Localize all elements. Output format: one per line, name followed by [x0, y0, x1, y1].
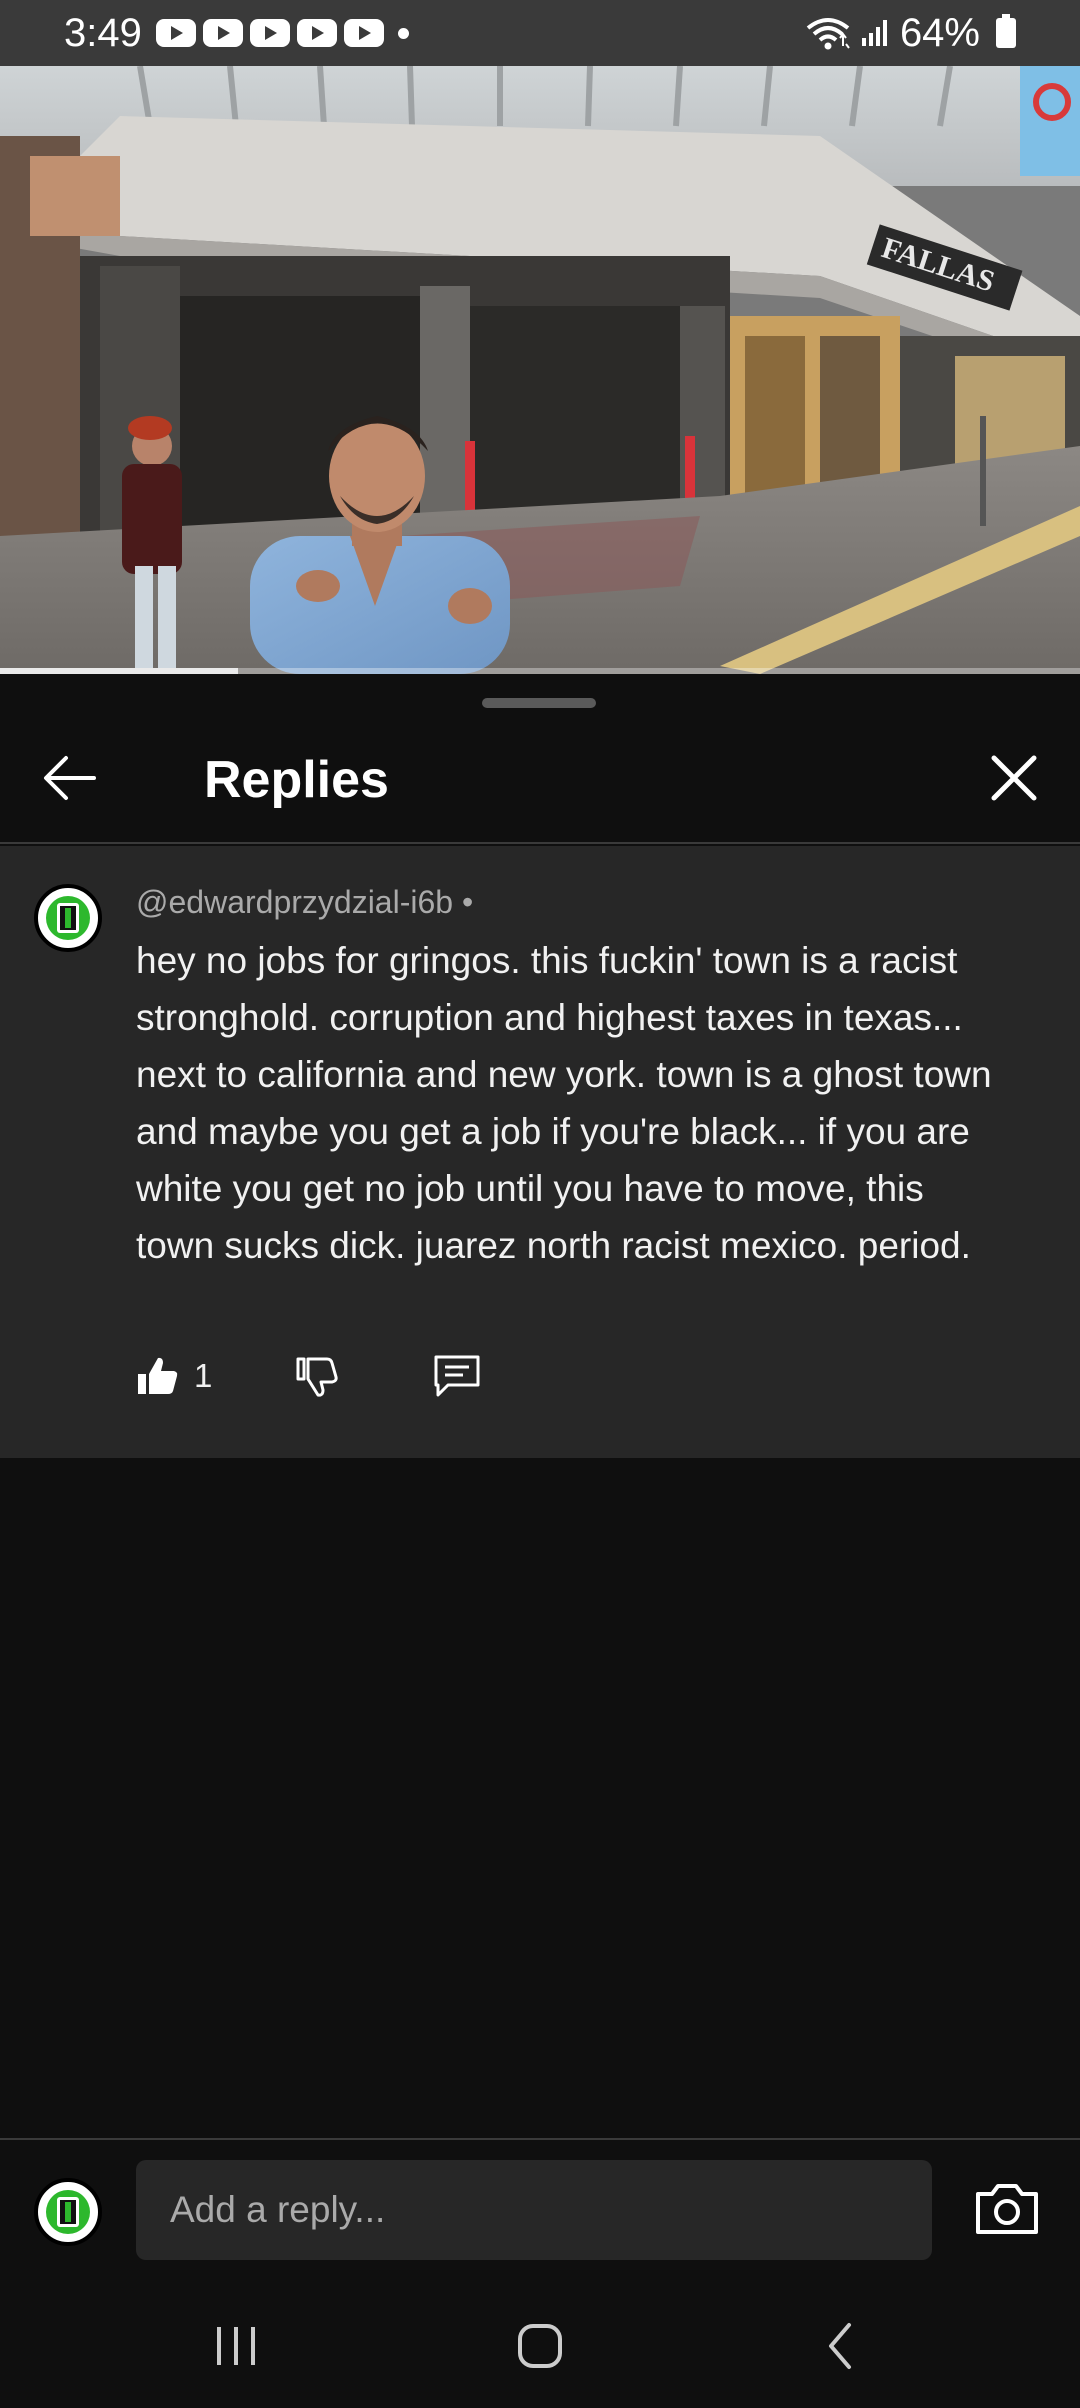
- youtube-icon: [343, 19, 384, 47]
- arrow-left-icon: [44, 756, 96, 800]
- youtube-icon: [155, 19, 196, 47]
- like-count: 1: [194, 1357, 213, 1394]
- recents-icon: [217, 2327, 255, 2365]
- wifi-icon: [806, 18, 850, 50]
- back-nav-button[interactable]: [802, 2306, 882, 2386]
- battery-icon: [996, 14, 1016, 48]
- status-bar: 3:49 64%: [0, 0, 1080, 66]
- battery-percent: 64%: [899, 10, 980, 55]
- camera-button[interactable]: [972, 2174, 1042, 2244]
- close-icon: [991, 755, 1037, 801]
- youtube-icon: [249, 19, 290, 47]
- home-icon: [518, 2324, 562, 2368]
- back-button[interactable]: [36, 744, 104, 812]
- comment-icon: [434, 1355, 480, 1397]
- video-player[interactable]: FALLAS: [0, 66, 1080, 674]
- status-right: 64%: [806, 11, 1016, 56]
- avatar-logo-icon: [40, 2184, 96, 2240]
- replies-panel: Replies @edwardprzydzial-i6b • hey no jo…: [0, 674, 1080, 2408]
- youtube-icon: [296, 19, 337, 47]
- thumbs-down-icon: [296, 1357, 339, 1397]
- reply-input[interactable]: [136, 2160, 932, 2260]
- panel-header: Replies: [0, 714, 1080, 844]
- notification-icons: [155, 19, 384, 47]
- more-notifications-dot-icon: [397, 27, 409, 39]
- avatar: [34, 2178, 102, 2246]
- thumbs-up-icon: [138, 1357, 178, 1394]
- signal-icon: [861, 20, 887, 46]
- reply-button[interactable]: [432, 1346, 482, 1406]
- parent-comment: @edwardprzydzial-i6b • hey no jobs for g…: [0, 846, 1080, 1458]
- home-button[interactable]: [500, 2306, 580, 2386]
- camera-icon: [976, 2184, 1038, 2234]
- chevron-left-icon: [829, 2323, 851, 2369]
- avatar[interactable]: [34, 884, 102, 952]
- drag-handle[interactable]: [482, 698, 596, 708]
- avatar-logo-icon: [40, 890, 96, 946]
- video-frame: FALLAS: [0, 66, 1080, 674]
- comment-text: hey no jobs for gringos. this fuckin' to…: [136, 940, 992, 1266]
- status-time: 3:49: [64, 10, 142, 55]
- reply-bar: [0, 2138, 1080, 2284]
- close-button[interactable]: [980, 744, 1048, 812]
- dislike-button[interactable]: [294, 1346, 340, 1406]
- system-nav-bar: [0, 2284, 1080, 2408]
- recents-button[interactable]: [196, 2306, 276, 2386]
- comment-author[interactable]: @edwardprzydzial-i6b •: [136, 884, 473, 921]
- youtube-icon: [202, 19, 243, 47]
- page-title: Replies: [204, 751, 389, 809]
- like-button[interactable]: 1: [136, 1346, 212, 1406]
- comment-actions: 1: [136, 1346, 482, 1406]
